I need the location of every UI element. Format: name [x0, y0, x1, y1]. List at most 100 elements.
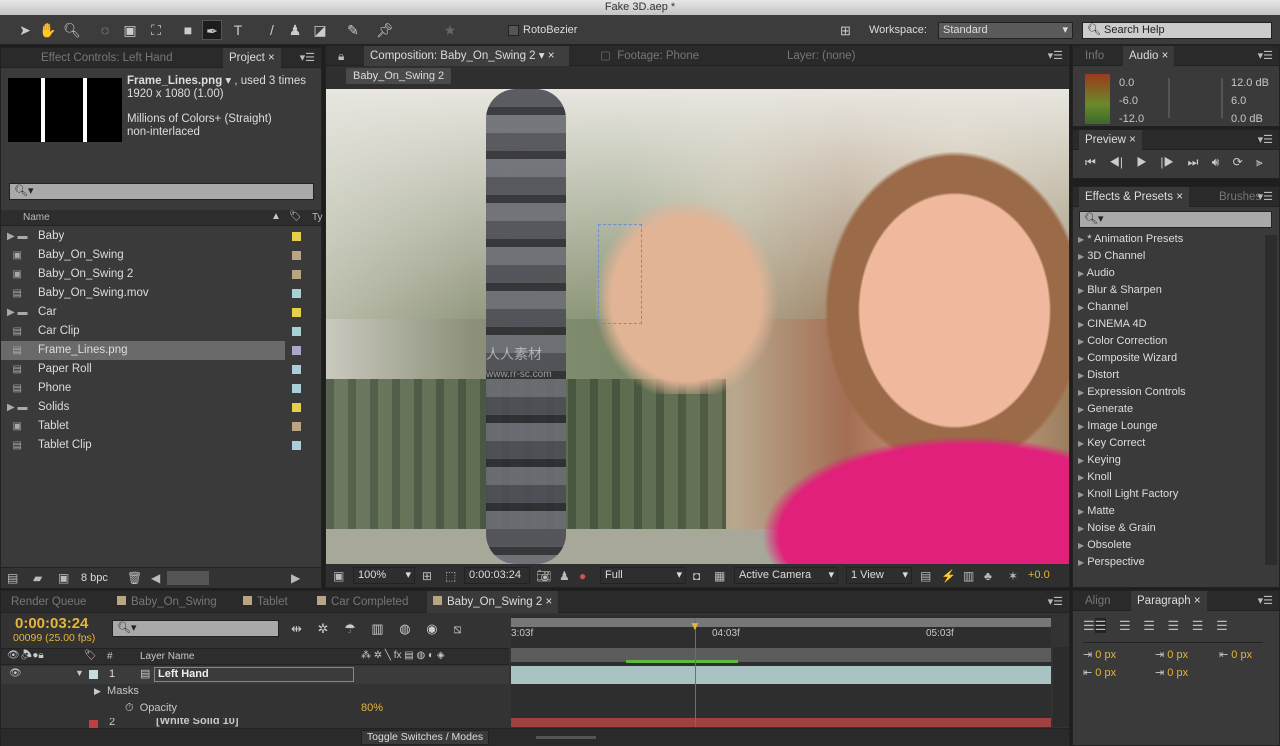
- label-tag-icon[interactable]: 🏷︎: [289, 211, 302, 222]
- play-icon[interactable]: ▶: [1136, 155, 1147, 169]
- indent-left-value[interactable]: 0 px: [1095, 649, 1116, 661]
- justify-right-icon[interactable]: ☰: [1192, 618, 1204, 633]
- layer-label-color[interactable]: [89, 720, 98, 728]
- selection-tool-icon[interactable]: ➤: [15, 20, 35, 40]
- effects-category[interactable]: ▶ Distort: [1078, 369, 1119, 381]
- stopwatch-icon[interactable]: ⏱︎: [125, 702, 134, 714]
- comp-navigator-tab[interactable]: Baby_On_Swing 2: [346, 68, 452, 84]
- lock-icon[interactable]: 🔒︎: [338, 49, 344, 63]
- timeline-tab[interactable]: Car Completed: [311, 591, 414, 613]
- indent-right[interactable]: ⇤ 0 px: [1219, 648, 1252, 661]
- label-color[interactable]: [292, 346, 301, 355]
- justify-left-icon[interactable]: ☰: [1143, 618, 1155, 633]
- timeline-icon[interactable]: ▥: [963, 569, 974, 583]
- effects-category[interactable]: ▶ Channel: [1078, 301, 1128, 313]
- eraser-tool-icon[interactable]: ◪: [310, 20, 330, 40]
- tab-audio[interactable]: Audio ×: [1123, 46, 1175, 66]
- transparency-grid-icon[interactable]: ▦: [714, 569, 725, 583]
- camera-tool-icon[interactable]: ▣: [120, 20, 140, 40]
- layer-name-field[interactable]: Left Hand: [154, 667, 354, 682]
- camera-select[interactable]: Active Camera ▾: [734, 567, 838, 584]
- region-of-interest-icon[interactable]: ◘: [693, 569, 700, 583]
- tab-preview[interactable]: Preview ×: [1079, 130, 1142, 150]
- project-item[interactable]: ▶ ▬ Baby: [1, 227, 301, 246]
- effects-category[interactable]: ▶ Noise & Grain: [1078, 522, 1156, 534]
- pen-tool-icon[interactable]: ✒: [202, 20, 222, 40]
- space-before[interactable]: ⇤ 0 px: [1083, 666, 1116, 679]
- sort-icon[interactable]: ▲: [271, 211, 281, 222]
- timeline-menu-icon[interactable]: ▾☰: [1048, 595, 1063, 608]
- color-channels-icon[interactable]: ●: [579, 569, 586, 583]
- composition-viewer[interactable]: 人人素材 www.rr-sc.com: [326, 89, 1069, 564]
- new-comp-icon[interactable]: ▣: [58, 571, 69, 585]
- shy-icon[interactable]: ☂: [344, 621, 356, 636]
- effects-category[interactable]: ▶ Composite Wizard: [1078, 352, 1177, 364]
- layer-bar-left-hand[interactable]: [511, 666, 1051, 684]
- view-layout-select[interactable]: 1 View ▾: [846, 567, 912, 584]
- space-before-value[interactable]: 0 px: [1095, 667, 1116, 679]
- expand-icon[interactable]: ▼: [75, 668, 84, 678]
- bpc-button[interactable]: 8 bpc: [81, 572, 108, 584]
- effects-category[interactable]: ▶ 3D Channel: [1078, 250, 1145, 262]
- scroll-right-icon[interactable]: ▶: [291, 571, 300, 585]
- draft-3d-icon[interactable]: ✲: [318, 621, 329, 636]
- column-name[interactable]: Name: [23, 212, 50, 223]
- effects-category[interactable]: ▶ Expression Controls: [1078, 386, 1186, 398]
- effects-category[interactable]: ▶ Perspective: [1078, 556, 1145, 568]
- layer-name-header[interactable]: Layer Name: [140, 651, 194, 662]
- new-folder-icon[interactable]: ▰: [33, 571, 42, 585]
- previous-frame-icon[interactable]: ◀|: [1109, 155, 1123, 169]
- tab-effects-presets[interactable]: Effects & Presets ×: [1079, 187, 1189, 207]
- timeline-scrollbar[interactable]: [1053, 647, 1069, 727]
- label-color[interactable]: [292, 441, 301, 450]
- label-color[interactable]: [292, 251, 301, 260]
- effects-category[interactable]: ▶ Knoll: [1078, 471, 1112, 483]
- timeline-timecode[interactable]: 0:00:03:24: [15, 615, 88, 632]
- mask-path[interactable]: [598, 224, 642, 324]
- space-after-value[interactable]: 0 px: [1167, 667, 1188, 679]
- zoom-slider[interactable]: [536, 736, 596, 739]
- column-type[interactable]: Ty: [312, 212, 323, 223]
- audio-sliders[interactable]: [1168, 78, 1223, 118]
- indent-first-line[interactable]: ⇥ 0 px: [1155, 648, 1188, 661]
- layer-bar-white-solid[interactable]: [511, 718, 1051, 727]
- pan-behind-tool-icon[interactable]: ⛶: [146, 20, 166, 40]
- audio-menu-icon[interactable]: ▾☰: [1258, 49, 1273, 62]
- project-item[interactable]: ▤ Paper Roll: [1, 360, 301, 379]
- brainstorm-icon[interactable]: ◉: [426, 621, 437, 636]
- always-preview-icon[interactable]: ▣: [333, 569, 344, 583]
- effects-search-input[interactable]: 🔍︎▾: [1079, 211, 1272, 228]
- rotobezier-checkbox[interactable]: [508, 25, 519, 36]
- interpret-footage-icon[interactable]: ▤: [7, 571, 18, 585]
- effects-category[interactable]: ▶ CINEMA 4D: [1078, 318, 1147, 330]
- project-item[interactable]: ▤ Phone: [1, 379, 301, 398]
- project-search-input[interactable]: 🔍︎▾: [9, 183, 314, 200]
- paragraph-menu-icon[interactable]: ▾☰: [1258, 594, 1273, 607]
- layer-label-color[interactable]: [89, 670, 98, 679]
- mask-visibility-icon[interactable]: ⬚: [445, 569, 456, 583]
- tab-paragraph[interactable]: Paragraph ×: [1131, 591, 1207, 611]
- trash-icon[interactable]: 🗑︎: [127, 571, 142, 585]
- effects-category[interactable]: ▶ Obsolete: [1078, 539, 1131, 551]
- clone-stamp-tool-icon[interactable]: ♟: [285, 20, 305, 40]
- resolution-select[interactable]: Full ▾: [600, 567, 686, 584]
- tab-project[interactable]: Project ×: [223, 48, 281, 68]
- tab-effect-controls[interactable]: Effect Controls: Left Hand: [21, 48, 221, 68]
- effects-category[interactable]: ▶ * Animation Presets: [1078, 233, 1183, 245]
- first-frame-icon[interactable]: ⏮: [1085, 155, 1096, 169]
- effects-category[interactable]: ▶ Image Lounge: [1078, 420, 1158, 432]
- project-item[interactable]: ▶ ▬ Car: [1, 303, 301, 322]
- project-item[interactable]: ▶ ▬ Solids: [1, 398, 301, 417]
- timeline-search-input[interactable]: 🔍︎▾: [112, 620, 279, 637]
- tab-composition[interactable]: Composition: Baby_On_Swing 2 ▾ ×: [364, 46, 569, 66]
- search-help-input[interactable]: 🔍︎ Search Help: [1082, 22, 1272, 39]
- frame-blending-icon[interactable]: ▥: [371, 621, 383, 636]
- preview-filename[interactable]: Frame_Lines.png: [127, 75, 222, 87]
- ram-preview-icon[interactable]: ⫸: [1256, 155, 1263, 169]
- project-item[interactable]: ▤ Tablet Clip: [1, 436, 301, 455]
- label-color[interactable]: [292, 403, 301, 412]
- label-color[interactable]: [292, 365, 301, 374]
- label-color[interactable]: [292, 289, 301, 298]
- rotate-tool-icon[interactable]: ◌: [95, 20, 115, 40]
- fast-previews-icon[interactable]: ⚡: [941, 569, 956, 583]
